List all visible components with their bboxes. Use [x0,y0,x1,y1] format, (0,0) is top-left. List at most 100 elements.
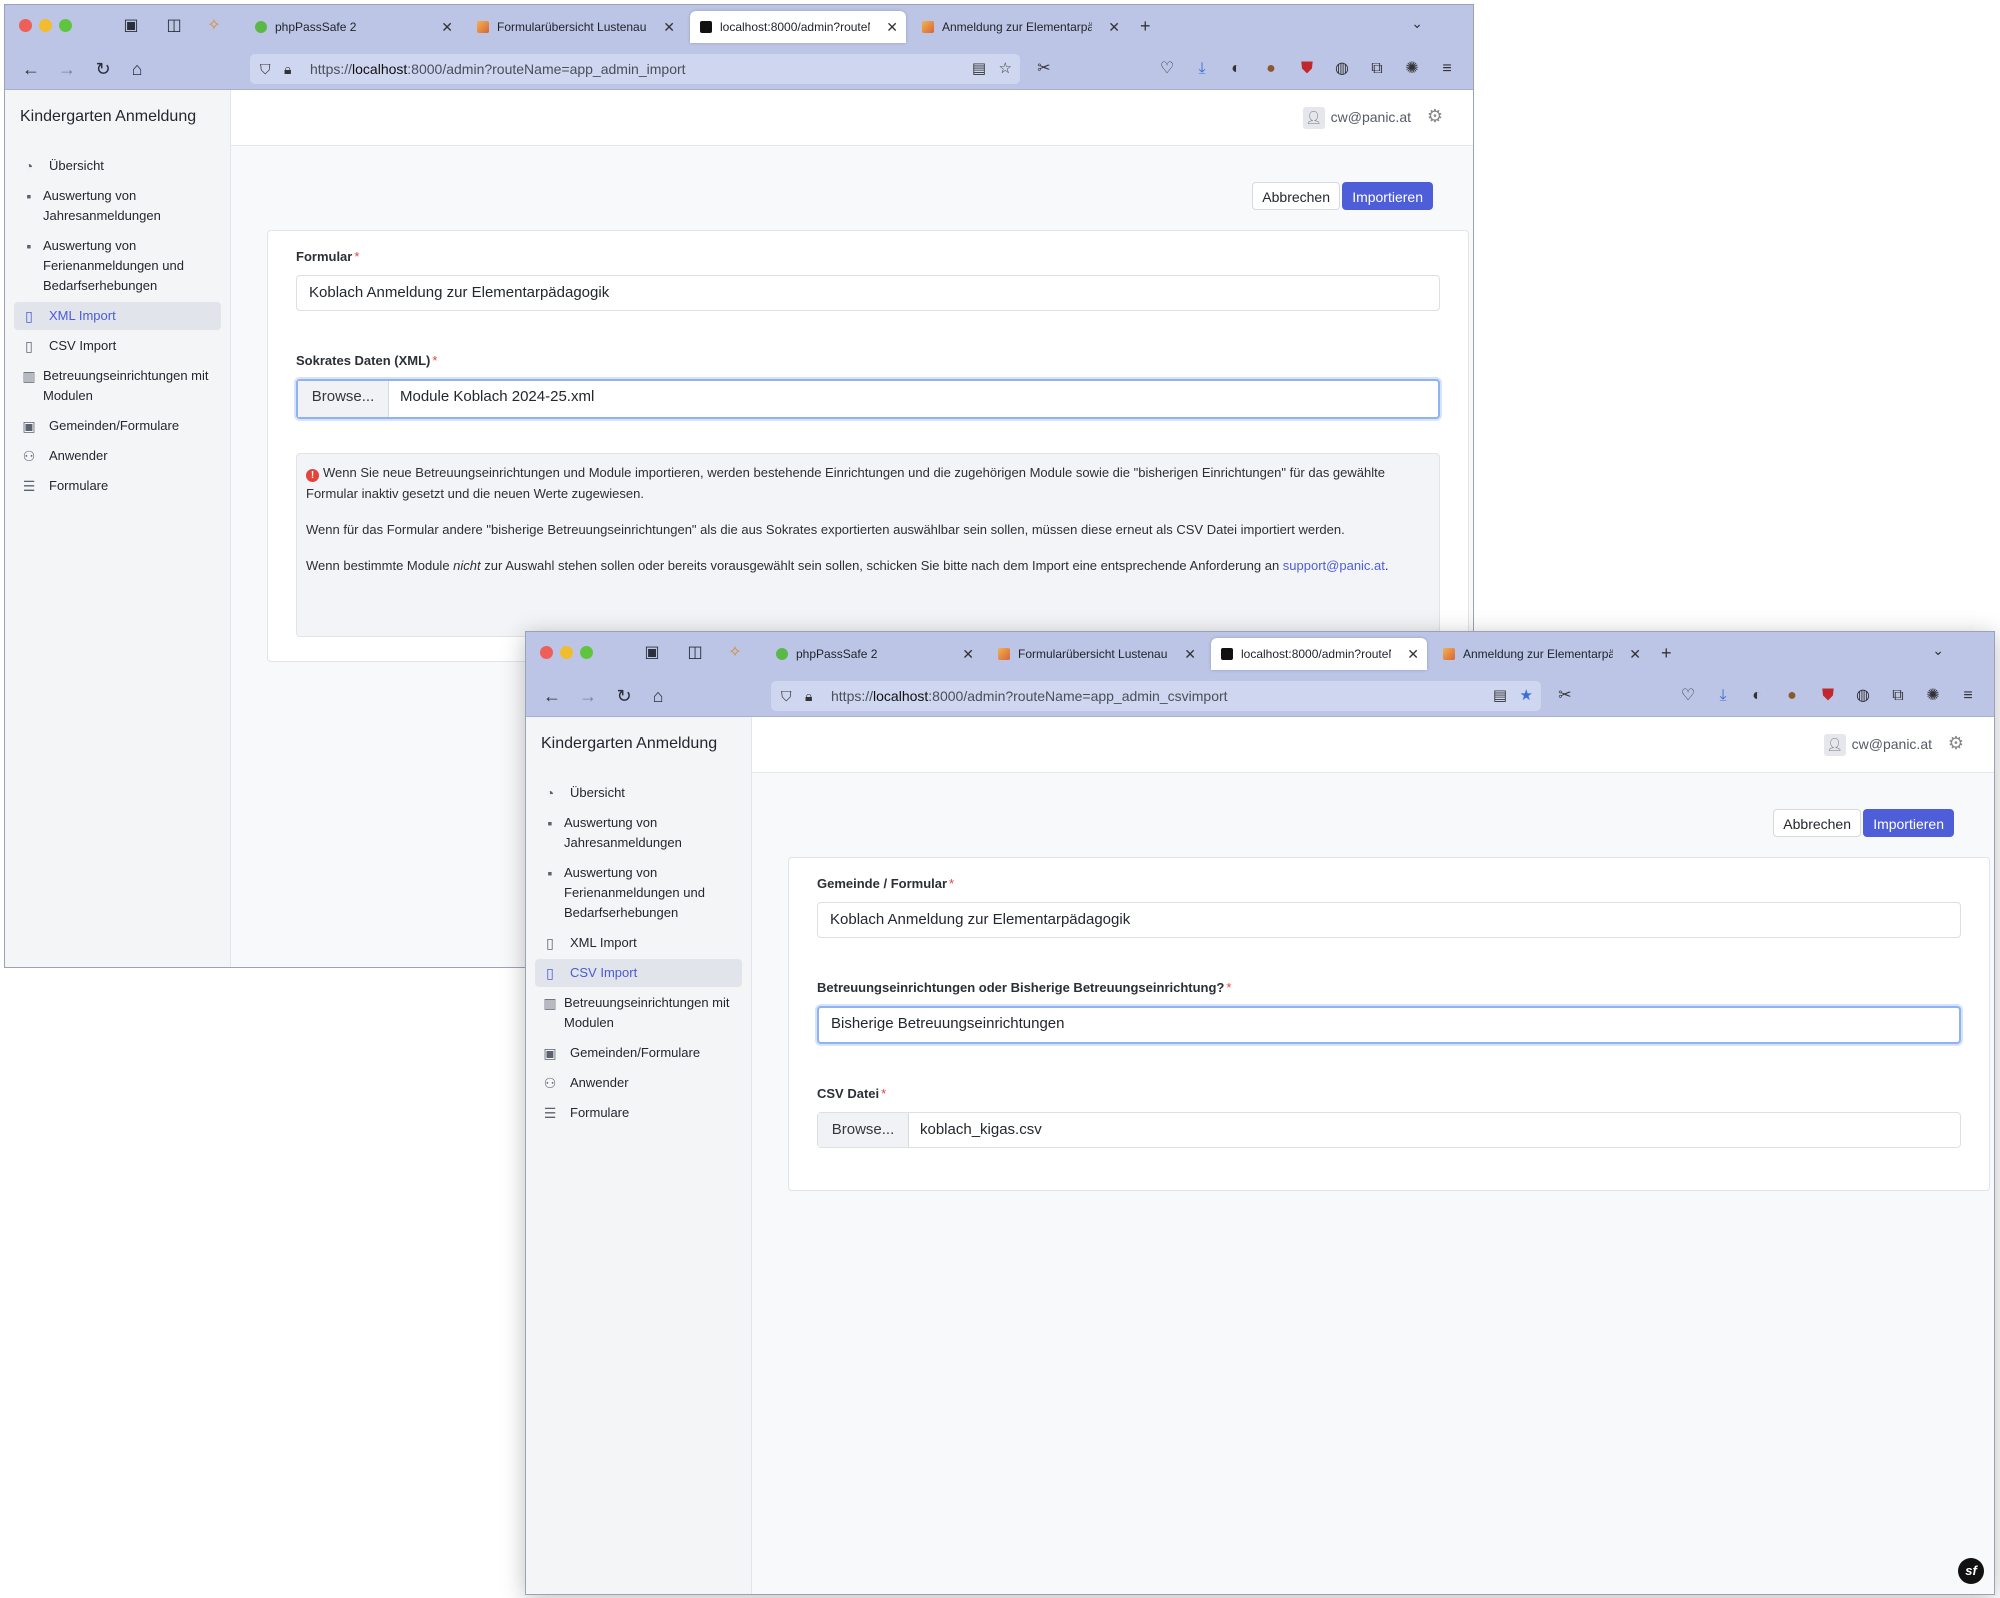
sidebar-item-ferienanmeldungen[interactable]: ▪ Auswertung von Ferienanmeldungen und Be… [14,232,221,300]
reader-view-icon[interactable]: ▤ [972,54,986,84]
sidebar-item-betreuungseinrichtungen[interactable]: ▥ Betreuungseinrichtungen mit Modulen [535,989,742,1037]
pinned-tab-icon[interactable]: ✧ [724,642,746,664]
home-button[interactable]: ⌂ [125,57,149,81]
brand-title[interactable]: Kindergarten Anmeldung [541,735,717,753]
reload-button[interactable]: ↻ [91,57,115,81]
zoom-window-button[interactable] [59,19,72,32]
cancel-button[interactable]: Abbrechen [1252,182,1340,210]
back-button[interactable]: ← [540,684,564,708]
sidebar-item-anwender[interactable]: ⚇ Anwender [535,1069,742,1097]
close-window-button[interactable] [540,646,553,659]
sidebar-item-formulare[interactable]: ☰ Formulare [535,1099,742,1127]
user-menu[interactable]: 👤︎ cw@panic.at [1823,734,1932,757]
user-menu[interactable]: 👤︎ cw@panic.at [1302,107,1411,130]
type-select[interactable]: Bisherige Betreuungseinrichtungen [817,1006,1961,1044]
sidebar-item-csv-import[interactable]: ▯ CSV Import [14,332,221,360]
downloads-icon[interactable]: ⤓ [1190,57,1214,81]
screenshot-tool-icon[interactable]: ✂ [1553,684,1577,708]
extension-2-icon[interactable]: ● [1780,684,1804,708]
tab-localhost[interactable]: localhost:8000/admin?routeNa ✕ [1211,638,1427,670]
close-tab-icon[interactable]: ✕ [1108,11,1120,43]
extension-4-icon[interactable]: ✺ [1400,57,1424,81]
tab-formularuebersicht[interactable]: Formularübersicht Lustenau ✕ [988,638,1204,670]
ublock-icon[interactable]: ⛊ [1295,57,1319,81]
lock-icon[interactable]: 🔒︎ [805,681,812,711]
extensions-icon[interactable]: ⧉ [1365,57,1389,81]
import-button[interactable]: Importieren [1342,182,1433,210]
close-tab-icon[interactable]: ✕ [441,11,453,43]
lock-icon[interactable]: 🔒︎ [284,54,291,84]
tab-anmeldung[interactable]: Anmeldung zur Elementarpädag ✕ [912,11,1128,43]
pocket-icon[interactable]: ♡ [1676,684,1700,708]
new-tab-button[interactable]: + [1140,15,1151,37]
extension-1-icon[interactable]: ◐ [1224,57,1248,81]
gear-icon[interactable]: ⚙ [1427,106,1443,127]
url-bar[interactable]: ⛉ 🔒︎ https://localhost:8000/admin?routeN… [771,681,1541,711]
bookmark-star-icon[interactable]: ☆ [999,54,1012,84]
xml-file-input[interactable]: Browse... Module Koblach 2024-25.xml [296,379,1440,419]
extension-2-icon[interactable]: ● [1259,57,1283,81]
downloads-icon[interactable]: ⤓ [1711,684,1735,708]
screenshot-icon[interactable]: ◫ [684,642,706,664]
reader-view-icon[interactable]: ▤ [1493,681,1507,711]
close-tab-icon[interactable]: ✕ [1629,638,1641,670]
import-button[interactable]: Importieren [1863,809,1954,837]
tab-anmeldung[interactable]: Anmeldung zur Elementarpädag ✕ [1433,638,1649,670]
forward-button[interactable]: → [55,57,79,81]
tab-localhost[interactable]: localhost:8000/admin?routeNa ✕ [690,11,906,43]
menu-icon[interactable]: ≡ [1956,684,1980,708]
cancel-button[interactable]: Abbrechen [1773,809,1861,837]
sidebar-item-formulare[interactable]: ☰ Formulare [14,472,221,500]
browse-button[interactable]: Browse... [818,1113,909,1147]
sidebar-item-jahresanmeldungen[interactable]: ▪ Auswertung von Jahresanmeldungen [14,182,221,230]
forward-button[interactable]: → [576,684,600,708]
close-tab-icon[interactable]: ✕ [886,11,898,43]
sidebar-item-ferienanmeldungen[interactable]: ▪ Auswertung von Ferienanmeldungen und Be… [535,859,742,927]
minimize-window-button[interactable] [39,19,52,32]
sidebar-item-anwender[interactable]: ⚇ Anwender [14,442,221,470]
close-tab-icon[interactable]: ✕ [663,11,675,43]
screenshot-tool-icon[interactable]: ✂ [1032,57,1056,81]
menu-icon[interactable]: ≡ [1435,57,1459,81]
ublock-icon[interactable]: ⛊ [1816,684,1840,708]
brand-title[interactable]: Kindergarten Anmeldung [20,108,196,126]
tab-list-chevron-icon[interactable]: ⌄ [1411,15,1423,32]
url-bar[interactable]: ⛉ 🔒︎ https://localhost:8000/admin?routeN… [250,54,1020,84]
new-tab-button[interactable]: + [1661,642,1672,664]
gear-icon[interactable]: ⚙ [1948,733,1964,754]
extension-3-icon[interactable]: ◍ [1330,57,1354,81]
sidebar-item-xml-import[interactable]: ▯ XML Import [535,929,742,957]
symfony-toolbar-icon[interactable]: sf [1958,1558,1984,1584]
formular-select[interactable]: Koblach Anmeldung zur Elementarpädagogik [296,275,1440,311]
csv-file-input[interactable]: Browse... koblach_kigas.csv [817,1112,1961,1148]
tab-groups-icon[interactable]: ▣ [120,15,142,37]
tab-phppasssafe[interactable]: phpPassSafe 2 ✕ [766,638,982,670]
sidebar-item-gemeinden[interactable]: ▣ Gemeinden/Formulare [535,1039,742,1067]
zoom-window-button[interactable] [580,646,593,659]
browse-button[interactable]: Browse... [298,381,389,417]
shield-icon[interactable]: ⛉ [260,54,271,84]
extension-1-icon[interactable]: ◐ [1745,684,1769,708]
extension-3-icon[interactable]: ◍ [1851,684,1875,708]
tab-list-chevron-icon[interactable]: ⌄ [1932,642,1944,659]
extension-4-icon[interactable]: ✺ [1921,684,1945,708]
sidebar-item-gemeinden[interactable]: ▣ Gemeinden/Formulare [14,412,221,440]
minimize-window-button[interactable] [560,646,573,659]
sidebar-item-jahresanmeldungen[interactable]: ▪ Auswertung von Jahresanmeldungen [535,809,742,857]
close-tab-icon[interactable]: ✕ [1184,638,1196,670]
home-button[interactable]: ⌂ [646,684,670,708]
sidebar-item-xml-import[interactable]: ▯ XML Import [14,302,221,330]
sidebar-item-uebersicht[interactable]: ◔ Übersicht [14,152,221,180]
sidebar-item-uebersicht[interactable]: ◔ Übersicht [535,779,742,807]
sidebar-item-betreuungseinrichtungen[interactable]: ▥ Betreuungseinrichtungen mit Modulen [14,362,221,410]
shield-icon[interactable]: ⛉ [781,681,792,711]
tab-formularuebersicht[interactable]: Formularübersicht Lustenau ✕ [467,11,683,43]
close-tab-icon[interactable]: ✕ [962,638,974,670]
pocket-icon[interactable]: ♡ [1155,57,1179,81]
sidebar-item-csv-import[interactable]: ▯ CSV Import [535,959,742,987]
support-email-link[interactable]: support@panic.at [1283,558,1385,573]
screenshot-icon[interactable]: ◫ [163,15,185,37]
close-window-button[interactable] [19,19,32,32]
close-tab-icon[interactable]: ✕ [1407,638,1419,670]
bookmark-star-filled-icon[interactable]: ★ [1520,681,1533,711]
